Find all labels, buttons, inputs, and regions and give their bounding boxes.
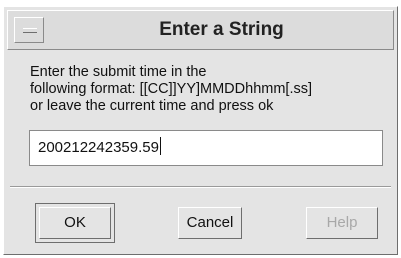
prompt-message: Enter the submit time in the following f… — [30, 64, 312, 115]
help-button[interactable]: Help — [306, 207, 378, 239]
text-cursor — [159, 137, 161, 155]
submit-time-input[interactable]: 200212242359.59 — [29, 130, 383, 166]
cancel-button[interactable]: Cancel — [178, 207, 242, 239]
button-separator — [10, 186, 391, 188]
title-bar[interactable]: Enter a String — [7, 10, 394, 50]
window-menu-icon — [23, 28, 37, 33]
prompt-line-1: Enter the submit time in the — [30, 64, 207, 80]
dialog-title: Enter a String — [159, 19, 284, 40]
submit-time-value: 200212242359.59 — [38, 139, 159, 156]
prompt-line-2: following format: [[CC]]YY]MMDDhhmm[.ss] — [30, 81, 312, 97]
ok-button[interactable]: OK — [39, 207, 111, 239]
prompt-line-3: or leave the current time and press ok — [30, 98, 274, 114]
enter-string-dialog: Enter a String Enter the submit time in … — [3, 6, 398, 255]
window-menu-button[interactable] — [14, 17, 44, 43]
